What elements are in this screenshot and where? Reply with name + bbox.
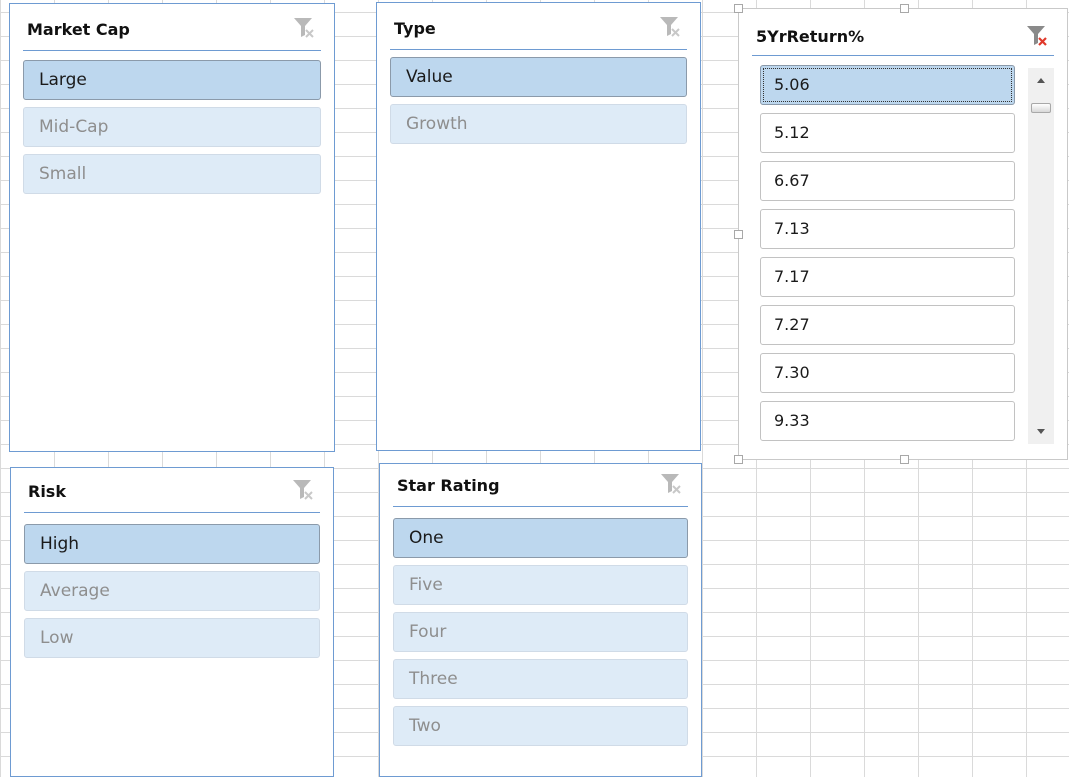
- slicer-item-list: One Five Four Three Two: [393, 518, 688, 753]
- clear-filter-icon[interactable]: [1024, 23, 1050, 49]
- slicer-item-one[interactable]: One: [393, 518, 688, 558]
- slicer-item-low[interactable]: Low: [24, 618, 320, 658]
- slicer-item-list: Value Growth: [390, 57, 687, 151]
- resize-handle-bottom[interactable]: [900, 455, 909, 464]
- clear-filter-icon[interactable]: [291, 15, 317, 41]
- slicer-item-7-13[interactable]: 7.13: [760, 209, 1015, 249]
- slicer-header: Market Cap: [23, 14, 321, 51]
- slicer-item-7-30[interactable]: 7.30: [760, 353, 1015, 393]
- slicer-risk: Risk High Average Low: [10, 467, 334, 777]
- resize-handle-top-left[interactable]: [734, 4, 743, 13]
- slicer-title: 5YrReturn%: [756, 27, 865, 46]
- scroll-down-arrow-icon[interactable]: [1028, 418, 1054, 444]
- slicer-market-cap: Market Cap Large Mid-Cap Small: [9, 3, 335, 452]
- slicer-item-two[interactable]: Two: [393, 706, 688, 746]
- slicer-item-value[interactable]: Value: [390, 57, 687, 97]
- scrollbar-thumb[interactable]: [1031, 103, 1051, 113]
- slicer-title: Star Rating: [397, 476, 500, 495]
- resize-handle-left[interactable]: [734, 230, 743, 239]
- clear-filter-icon[interactable]: [290, 477, 316, 503]
- slicer-item-6-67[interactable]: 6.67: [760, 161, 1015, 201]
- scroll-up-arrow-icon[interactable]: [1028, 68, 1054, 94]
- slicer-item-7-17[interactable]: 7.17: [760, 257, 1015, 297]
- slicer-item-growth[interactable]: Growth: [390, 104, 687, 144]
- slicer-item-five[interactable]: Five: [393, 565, 688, 605]
- slicer-5yr-return[interactable]: 5YrReturn% 5.06 5.12 6.67 7.13 7.17 7.27…: [734, 4, 1068, 464]
- slicer-star-rating: Star Rating One Five Four Three Two: [379, 463, 702, 777]
- slicer-header: 5YrReturn%: [752, 17, 1054, 56]
- slicer-item-9-33[interactable]: 9.33: [760, 401, 1015, 441]
- slicer-item-5-06[interactable]: 5.06: [760, 65, 1015, 105]
- slicer-title: Market Cap: [27, 20, 130, 39]
- slicer-header: Type: [390, 13, 687, 50]
- slicer-item-mid-cap[interactable]: Mid-Cap: [23, 107, 321, 147]
- vertical-scrollbar[interactable]: [1028, 68, 1054, 444]
- slicer-item-three[interactable]: Three: [393, 659, 688, 699]
- slicer-header: Risk: [24, 476, 320, 513]
- resize-handle-top[interactable]: [900, 4, 909, 13]
- slicer-item-list: High Average Low: [24, 524, 320, 665]
- clear-filter-icon[interactable]: [658, 471, 684, 497]
- slicer-item-small[interactable]: Small: [23, 154, 321, 194]
- slicer-title: Type: [394, 19, 436, 38]
- slicer-item-average[interactable]: Average: [24, 571, 320, 611]
- slicer-title: Risk: [28, 482, 66, 501]
- slicer-item-large[interactable]: Large: [23, 60, 321, 100]
- slicer-item-list: Large Mid-Cap Small: [23, 60, 321, 201]
- slicer-header: Star Rating: [393, 470, 688, 507]
- slicer-item-four[interactable]: Four: [393, 612, 688, 652]
- clear-filter-icon[interactable]: [657, 14, 683, 40]
- resize-handle-bottom-left[interactable]: [734, 455, 743, 464]
- slicer-type: Type Value Growth: [376, 2, 701, 451]
- slicer-item-high[interactable]: High: [24, 524, 320, 564]
- slicer-item-list: 5.06 5.12 6.67 7.13 7.17 7.27 7.30 9.33: [760, 65, 1015, 449]
- slicer-item-5-12[interactable]: 5.12: [760, 113, 1015, 153]
- slicer-item-7-27[interactable]: 7.27: [760, 305, 1015, 345]
